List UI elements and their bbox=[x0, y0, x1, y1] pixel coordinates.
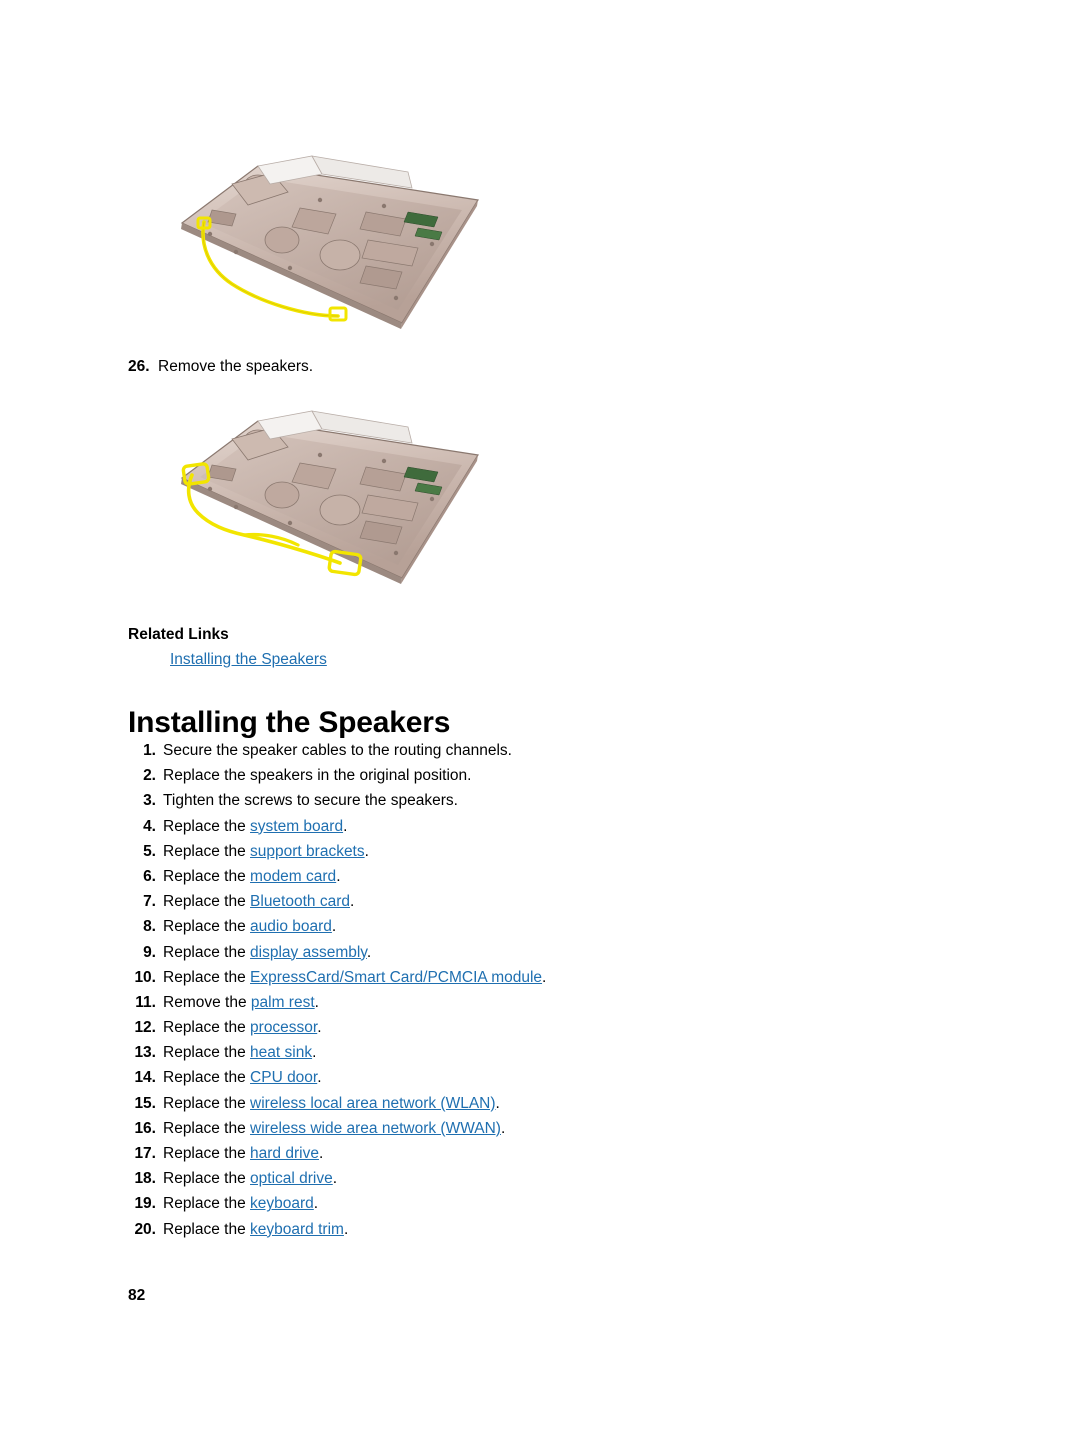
step-link[interactable]: modem card bbox=[250, 868, 336, 885]
step-row: 7. Replace the Bluetooth card. bbox=[0, 893, 1080, 918]
step-text: Replace the CPU door. bbox=[163, 1069, 322, 1087]
step-text: Replace the processor. bbox=[163, 1019, 322, 1037]
step-row: 1. Secure the speaker cables to the routi… bbox=[0, 742, 1080, 767]
step-text: Replace the support brackets. bbox=[163, 842, 369, 860]
step-row: 9. Replace the display assembly. bbox=[0, 944, 1080, 969]
step-link[interactable]: audio board bbox=[250, 918, 332, 935]
step-text: Replace the system board. bbox=[163, 817, 348, 835]
step-row: 8. Replace the audio board. bbox=[0, 918, 1080, 943]
step-number: 18. bbox=[134, 1170, 156, 1188]
step-link[interactable]: system board bbox=[250, 818, 343, 835]
step-text: Replace the ExpressCard/Smart Card/PCMCI… bbox=[163, 968, 547, 986]
step-row: 20. Replace the keyboard trim. bbox=[0, 1221, 1080, 1246]
step-text: Replace the Bluetooth card. bbox=[163, 893, 355, 911]
step-row: 18. Replace the optical drive. bbox=[0, 1170, 1080, 1195]
step-link[interactable]: Bluetooth card bbox=[250, 893, 350, 910]
page-number: 82 bbox=[128, 1287, 146, 1304]
step-row: 11. Remove the palm rest. bbox=[0, 994, 1080, 1019]
step-link[interactable]: keyboard bbox=[250, 1195, 314, 1212]
step-row: 3. Tighten the screws to secure the speak… bbox=[0, 792, 1080, 817]
step-number: 17. bbox=[134, 1145, 156, 1162]
step-row: 12. Replace the processor. bbox=[0, 1019, 1080, 1044]
step-number: 3. bbox=[143, 792, 156, 810]
step-number: 12. bbox=[134, 1019, 156, 1037]
step-number: 11. bbox=[135, 993, 156, 1011]
step-number: 9. bbox=[143, 943, 156, 961]
step-link[interactable]: keyboard trim bbox=[250, 1221, 344, 1238]
step-link[interactable]: support brackets bbox=[250, 843, 365, 860]
step-link[interactable]: processor bbox=[250, 1019, 317, 1036]
step-link[interactable]: display assembly bbox=[250, 944, 367, 961]
step-row: 17. Replace the hard drive. bbox=[0, 1145, 1080, 1170]
step-number: 15. bbox=[134, 1094, 156, 1112]
step-26-remove-speakers: 26. Remove the speakers. bbox=[128, 357, 313, 376]
step-number: 10. bbox=[134, 968, 156, 986]
step-number: 8. bbox=[143, 918, 156, 936]
step-text: Replace the audio board. bbox=[163, 918, 337, 936]
step-number: 14. bbox=[134, 1069, 156, 1087]
step-number: 20. bbox=[134, 1220, 156, 1238]
installation-steps-list: 1. Secure the speaker cables to the routi… bbox=[0, 742, 1080, 1246]
step-text: Remove the palm rest. bbox=[163, 993, 319, 1011]
page-title: Installing the Speakers bbox=[128, 706, 451, 740]
step-link[interactable]: ExpressCard/Smart Card/PCMCIA module bbox=[250, 969, 542, 986]
step-row: 19. Replace the keyboard. bbox=[0, 1195, 1080, 1220]
related-links-heading: Related Links bbox=[128, 626, 229, 643]
step-text: Replace the hard drive. bbox=[163, 1145, 324, 1162]
laptop-base-speakers-removed-figure bbox=[170, 403, 490, 598]
step-number: 6. bbox=[143, 867, 156, 885]
step-number: 16. bbox=[134, 1119, 156, 1137]
step-row: 16. Replace the wireless wide area networ… bbox=[0, 1120, 1080, 1145]
step-link[interactable]: palm rest bbox=[251, 994, 315, 1011]
step-text: Replace the wireless wide area network (… bbox=[163, 1119, 506, 1137]
step-text: Replace the modem card. bbox=[163, 867, 341, 885]
step-row: 13. Replace the heat sink. bbox=[0, 1044, 1080, 1069]
step-text: Replace the wireless local area network … bbox=[163, 1094, 500, 1112]
step-row: 6. Replace the modem card. bbox=[0, 868, 1080, 893]
step-row: 14. Replace the CPU door. bbox=[0, 1069, 1080, 1094]
step-text: Replace the keyboard. bbox=[163, 1195, 319, 1213]
step-number: 1. bbox=[143, 742, 156, 759]
laptop-base-illustration-2 bbox=[180, 410, 479, 584]
step-link[interactable]: hard drive bbox=[250, 1145, 319, 1162]
step-number: 5. bbox=[143, 842, 156, 860]
step-row: 10. Replace the ExpressCard/Smart Card/PC… bbox=[0, 969, 1080, 994]
step-row: 4. Replace the system board. bbox=[0, 818, 1080, 843]
step-row: 5. Replace the support brackets. bbox=[0, 843, 1080, 868]
step-row: 15. Replace the wireless local area netwo… bbox=[0, 1095, 1080, 1120]
step-link[interactable]: optical drive bbox=[250, 1170, 333, 1187]
related-link-installing-the-speakers[interactable]: Installing the Speakers bbox=[170, 651, 327, 669]
step-number: 2. bbox=[143, 767, 156, 785]
step-number: 4. bbox=[143, 817, 156, 835]
step-link[interactable]: heat sink bbox=[250, 1044, 312, 1061]
step-text: Secure the speaker cables to the routing… bbox=[163, 742, 512, 759]
step-text: Tighten the screws to secure the speaker… bbox=[163, 792, 458, 810]
step-26-text: Remove the speakers. bbox=[158, 358, 314, 375]
step-text: Replace the display assembly. bbox=[163, 943, 372, 961]
laptop-base-speakers-routing-figure bbox=[170, 148, 490, 343]
step-text: Replace the optical drive. bbox=[163, 1170, 338, 1188]
step-text: Replace the keyboard trim. bbox=[163, 1220, 349, 1238]
step-link[interactable]: wireless wide area network (WWAN) bbox=[250, 1120, 501, 1137]
step-number: 13. bbox=[134, 1044, 156, 1062]
step-row: 2. Replace the speakers in the original p… bbox=[0, 767, 1080, 792]
step-text: Replace the speakers in the original pos… bbox=[163, 767, 472, 785]
document-page: 26. Remove the speakers. Related Links I… bbox=[0, 0, 1080, 1434]
step-number: 7. bbox=[143, 893, 156, 911]
step-link[interactable]: CPU door bbox=[250, 1069, 317, 1086]
step-number: 19. bbox=[134, 1195, 156, 1213]
step-26-number: 26. bbox=[128, 358, 150, 375]
laptop-base-illustration bbox=[180, 155, 479, 329]
step-text: Replace the heat sink. bbox=[163, 1044, 317, 1062]
step-link[interactable]: wireless local area network (WLAN) bbox=[250, 1095, 496, 1112]
